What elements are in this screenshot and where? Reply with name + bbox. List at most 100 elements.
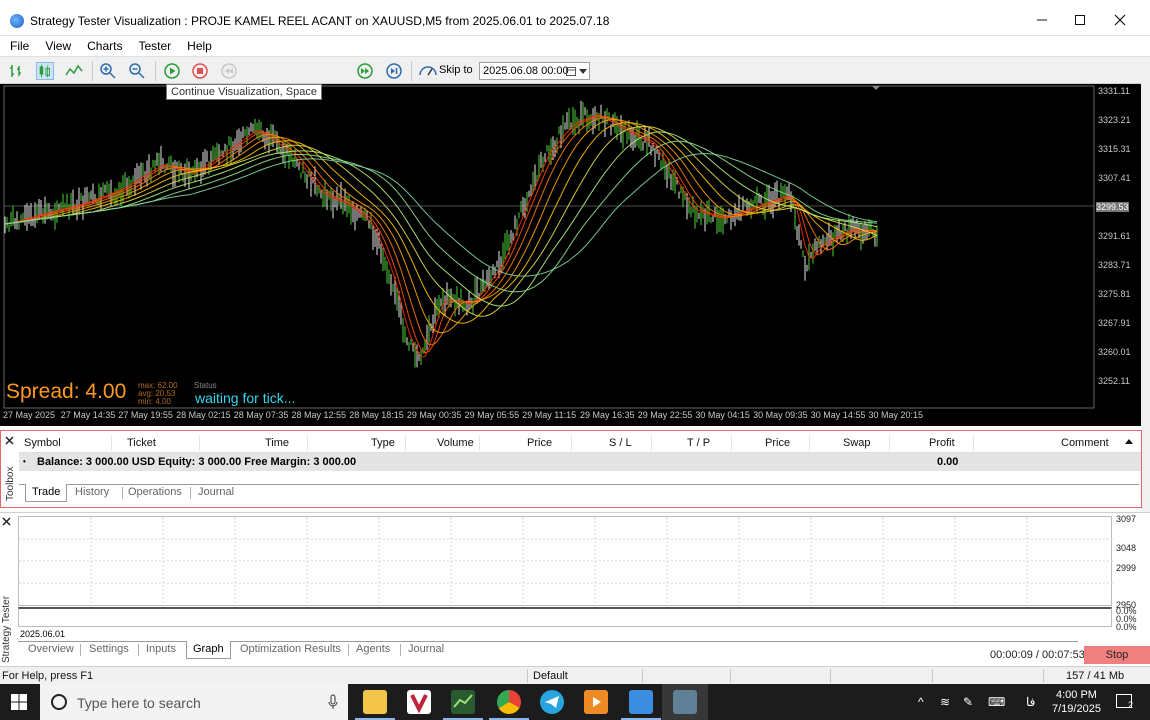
menu-help[interactable]: Help bbox=[179, 38, 220, 54]
balance-row[interactable]: • Balance: 3 000.00 USD Equity: 3 000.00… bbox=[19, 453, 1141, 471]
window-scrollbar[interactable] bbox=[1141, 66, 1150, 512]
play-icon[interactable] bbox=[163, 62, 181, 80]
tab-history[interactable]: History bbox=[69, 484, 115, 502]
media-player-icon[interactable] bbox=[584, 690, 608, 714]
tray-chevron-icon[interactable]: ^ bbox=[918, 695, 924, 709]
menu-view[interactable]: View bbox=[37, 38, 79, 54]
windows-taskbar: Type here to search ^ ≋ ✎ ⌨ فا 4:00 PM 7… bbox=[0, 684, 1150, 720]
menu-file[interactable]: File bbox=[2, 38, 37, 54]
col-swap[interactable]: Swap bbox=[843, 437, 871, 449]
skip-to-date-field[interactable]: 2025.06.08 00:00 bbox=[479, 62, 590, 80]
col-tp[interactable]: T / P bbox=[687, 437, 710, 449]
system-clock[interactable]: 4:00 PM 7/19/2025 bbox=[1052, 688, 1101, 716]
price-tick-label: 3331.11 bbox=[1098, 86, 1130, 96]
tab-inputs[interactable]: Inputs bbox=[140, 641, 182, 659]
telegram-icon[interactable] bbox=[540, 690, 564, 714]
tester-close-icon[interactable] bbox=[2, 517, 11, 526]
col-sl[interactable]: S / L bbox=[609, 437, 632, 449]
app-window-icon[interactable] bbox=[629, 690, 653, 714]
wifi-icon[interactable]: ≋ bbox=[940, 695, 950, 709]
dropdown-arrow-icon[interactable] bbox=[579, 69, 587, 75]
col-separator bbox=[651, 435, 652, 451]
tab-graph[interactable]: Graph bbox=[186, 641, 231, 659]
tab-optimization-results[interactable]: Optimization Results bbox=[234, 641, 347, 659]
taskbar-search-box[interactable]: Type here to search bbox=[40, 684, 348, 720]
window-title: Strategy Tester Visualization : PROJE KA… bbox=[30, 14, 610, 28]
line-chart-icon[interactable] bbox=[65, 62, 83, 80]
col-volume[interactable]: Volume bbox=[437, 437, 474, 449]
windows-start-icon[interactable] bbox=[11, 694, 27, 710]
tab-tester-journal[interactable]: Journal bbox=[402, 641, 450, 659]
bullet-icon: • bbox=[23, 457, 26, 466]
col-time[interactable]: Time bbox=[265, 437, 289, 449]
time-tick-label: 28 May 02:15 bbox=[176, 410, 231, 420]
minimize-icon bbox=[1037, 19, 1047, 21]
zoom-in-icon[interactable] bbox=[99, 62, 117, 80]
maximize-button[interactable] bbox=[1060, 8, 1100, 34]
zoom-out-icon[interactable] bbox=[128, 62, 146, 80]
tab-operations[interactable]: Operations bbox=[122, 484, 188, 502]
col-symbol[interactable]: Symbol bbox=[24, 437, 61, 449]
graph-label-3097: 3097 bbox=[1116, 514, 1137, 524]
tab-separator bbox=[190, 487, 191, 499]
fast-forward-icon[interactable] bbox=[356, 62, 374, 80]
balance-text: Balance: 3 000.00 USD Equity: 3 000.00 F… bbox=[37, 456, 357, 468]
vivaldi-icon[interactable] bbox=[407, 690, 431, 714]
price-tick-label: 3275.81 bbox=[1098, 289, 1131, 299]
notification-count: 2 bbox=[1128, 700, 1134, 710]
spread-display: Spread: 4.00 bbox=[6, 380, 127, 403]
col-ticket[interactable]: Ticket bbox=[127, 437, 156, 449]
col-type[interactable]: Type bbox=[371, 437, 395, 449]
price-tick-label: 3260.01 bbox=[1098, 347, 1131, 357]
candlestick-icon[interactable] bbox=[36, 62, 54, 80]
skip-end-icon[interactable] bbox=[385, 62, 403, 80]
spread-min: min: 4.00 bbox=[138, 397, 171, 406]
chrome-icon[interactable] bbox=[497, 690, 521, 714]
tab-overview[interactable]: Overview bbox=[22, 641, 80, 659]
stop-icon[interactable] bbox=[191, 62, 209, 80]
tab-settings[interactable]: Settings bbox=[83, 641, 135, 659]
metatrader-icon[interactable] bbox=[451, 690, 475, 714]
shift-marker-icon bbox=[872, 86, 880, 90]
file-explorer-icon[interactable] bbox=[363, 690, 387, 714]
minimize-button[interactable] bbox=[1022, 8, 1062, 34]
menu-tester[interactable]: Tester bbox=[130, 38, 179, 54]
trade-table-header: Symbol Ticket Time Type Volume Price S /… bbox=[19, 433, 1141, 453]
keyboard-icon[interactable]: ⌨ bbox=[988, 695, 1005, 709]
toolbox-close-icon[interactable] bbox=[5, 436, 14, 445]
profile-name: Default bbox=[533, 670, 568, 682]
tab-trade[interactable]: Trade bbox=[25, 484, 68, 502]
time-tick-label: 30 May 14:55 bbox=[810, 410, 866, 420]
col-price[interactable]: Price bbox=[527, 437, 552, 449]
close-button[interactable] bbox=[1100, 8, 1140, 34]
tab-journal[interactable]: Journal bbox=[192, 484, 240, 502]
stop-button[interactable]: Stop bbox=[1084, 646, 1150, 664]
tooltip: Continue Visualization, Space bbox=[166, 84, 322, 100]
moving-average-line bbox=[4, 131, 878, 307]
sort-up-icon[interactable] bbox=[1125, 439, 1133, 445]
calendar-icon[interactable] bbox=[566, 66, 576, 76]
candles bbox=[4, 100, 878, 368]
close-icon bbox=[1114, 14, 1126, 26]
col-separator bbox=[809, 435, 810, 451]
menu-charts[interactable]: Charts bbox=[79, 38, 130, 54]
test-timer: 00:00:09 / 00:07:53 bbox=[990, 649, 1085, 661]
price-chart[interactable]: 3331.11 3323.21 3315.31 3307.41 3299.53 3291.… bbox=[0, 84, 1150, 426]
col-comment[interactable]: Comment bbox=[1061, 437, 1109, 449]
language-indicator[interactable]: فا bbox=[1026, 695, 1035, 709]
statusbar-separator bbox=[1043, 669, 1044, 683]
col-separator bbox=[111, 435, 112, 451]
clock-date: 7/19/2025 bbox=[1052, 703, 1101, 715]
menu-bar: File View Charts Tester Help bbox=[0, 36, 1150, 56]
col-profit[interactable]: Profit bbox=[929, 437, 955, 449]
status-text: waiting for tick... bbox=[195, 390, 296, 406]
microphone-icon[interactable] bbox=[328, 694, 338, 710]
status-label: Status bbox=[194, 381, 217, 390]
tab-agents[interactable]: Agents bbox=[350, 641, 396, 659]
time-tick-label: 29 May 22:55 bbox=[637, 410, 693, 420]
pen-icon[interactable]: ✎ bbox=[963, 695, 973, 709]
bar-chart-icon[interactable] bbox=[8, 62, 26, 80]
col-separator bbox=[199, 435, 200, 451]
col-current-price[interactable]: Price bbox=[765, 437, 790, 449]
percent-label-3: 0.0% bbox=[1116, 622, 1137, 632]
